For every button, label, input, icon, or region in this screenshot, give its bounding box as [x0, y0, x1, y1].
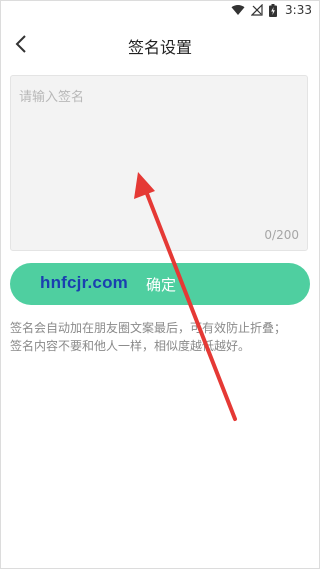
battery-charging-icon [269, 3, 278, 17]
page-title: 签名设置 [127, 38, 192, 57]
char-counter: 0/200 [264, 228, 299, 242]
confirm-button[interactable]: hnfcjr.com 确定 [10, 263, 310, 305]
status-bar: 3:33 [0, 0, 320, 24]
signature-input[interactable] [19, 86, 299, 226]
hint-line-2: 签名内容不要和他人一样，相似度越低越好。 [10, 339, 251, 353]
watermark-text: hnfcjr.com [40, 273, 128, 292]
signature-hint: 签名会自动加在朋友圈文案最后，可有效防止折叠； 签名内容不要和他人一样，相似度越… [10, 319, 312, 355]
hint-line-1: 签名会自动加在朋友圈文案最后，可有效防止折叠； [10, 321, 287, 335]
wifi-icon [231, 4, 245, 15]
app-header: 签名设置 [0, 24, 320, 64]
no-sim-signal-icon [251, 4, 263, 16]
status-icons: 3:33 [231, 3, 312, 17]
confirm-button-label: 确定 [146, 276, 177, 294]
signature-input-box[interactable]: 0/200 [10, 75, 308, 251]
status-time: 3:33 [285, 3, 312, 17]
